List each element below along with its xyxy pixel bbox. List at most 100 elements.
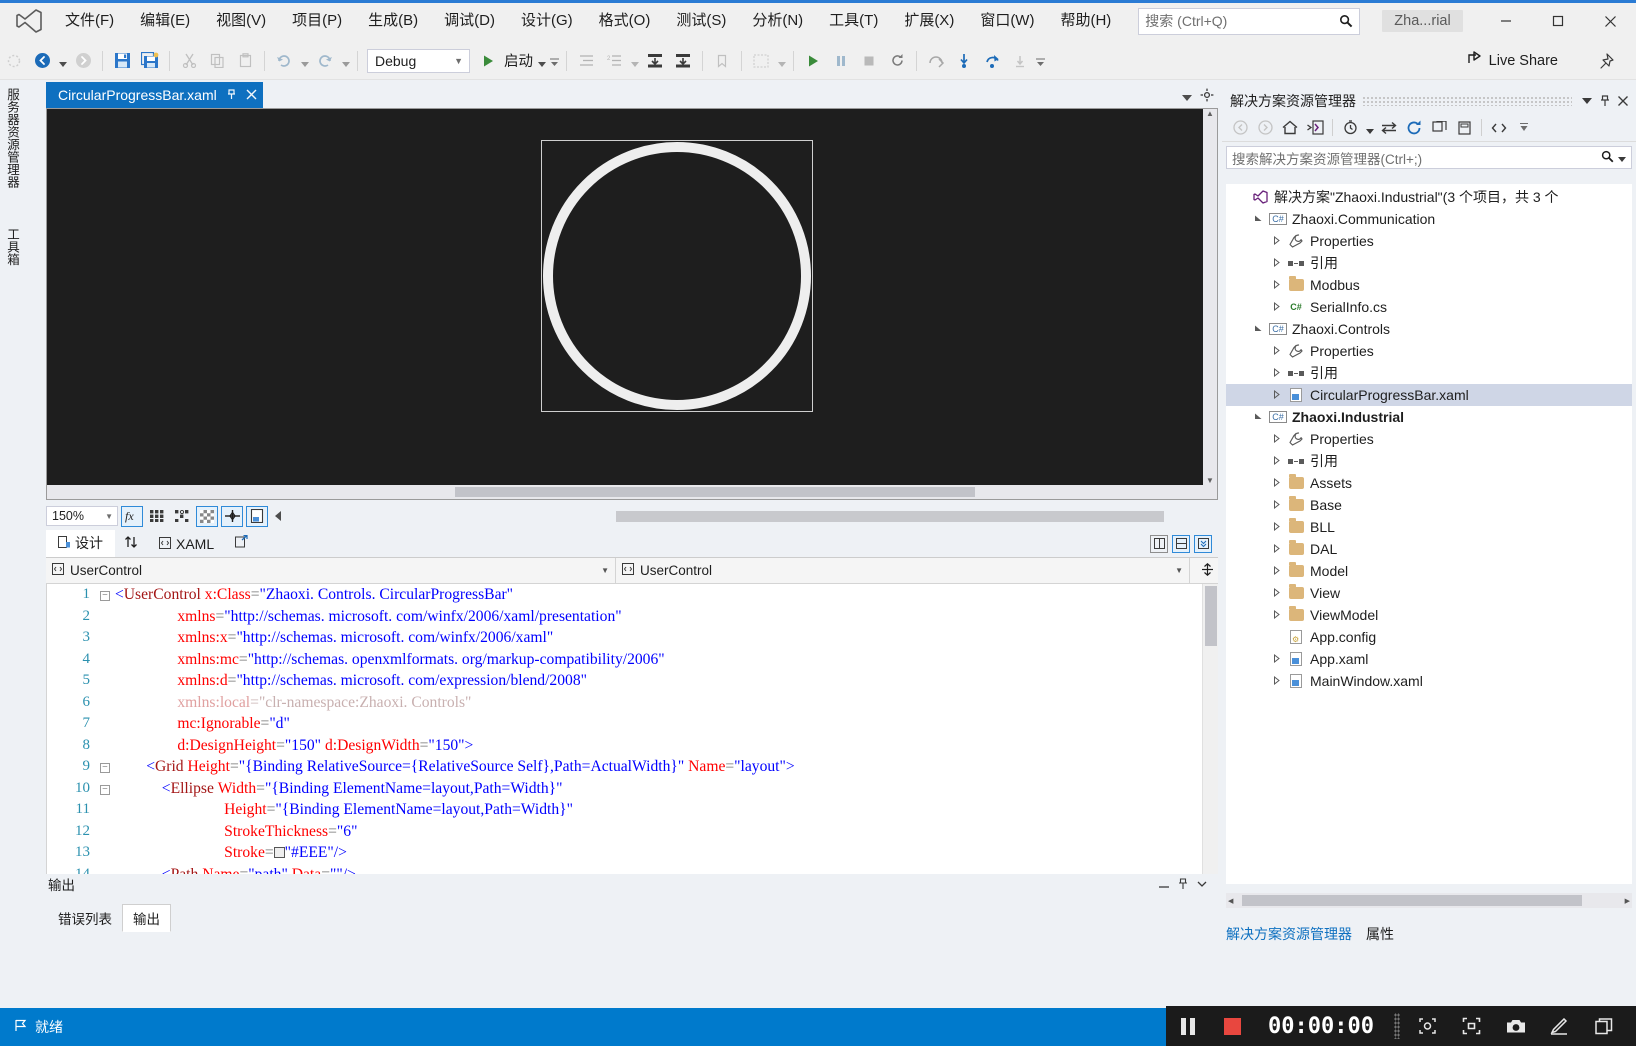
output-pin-icon[interactable] <box>1177 878 1189 893</box>
code-line[interactable]: 1− <UserControl x:Class="Zhaoxi. Controls… <box>47 584 1218 606</box>
pending-changes-dropdown-icon[interactable] <box>1363 115 1376 141</box>
pause-icon[interactable] <box>1166 1006 1210 1046</box>
navigate-back-icon[interactable] <box>29 48 55 74</box>
expand-node-icon[interactable] <box>1268 653 1285 665</box>
navbar-member-dropdown[interactable]: UserControl ▼ <box>616 558 1190 583</box>
expand-node-icon[interactable] <box>1268 279 1285 291</box>
collapse-node-icon[interactable] <box>1250 324 1267 335</box>
solution-tree-node[interactable]: Model <box>1226 560 1632 582</box>
solution-tree-node[interactable]: DAL <box>1226 538 1632 560</box>
break-all-icon[interactable] <box>828 48 854 74</box>
solution-tree-node[interactable]: App.config <box>1226 626 1632 648</box>
panel-close-icon[interactable] <box>1614 91 1632 111</box>
live-share-button[interactable]: Live Share <box>1466 51 1558 70</box>
solution-tree-node[interactable]: View <box>1226 582 1632 604</box>
pin-tab-icon[interactable] <box>226 88 237 103</box>
tab-circular-progress-bar-xaml[interactable]: CircularProgressBar.xaml <box>46 82 263 108</box>
scroll-up-icon[interactable]: ▲ <box>1206 109 1214 118</box>
code-line[interactable]: 2 xmlns="http://schemas. microsoft. com/… <box>47 606 1218 628</box>
code-line[interactable]: 11 Height="{Binding ElementName=layout,P… <box>47 799 1218 821</box>
output-close-icon[interactable] <box>1196 878 1208 893</box>
tab-output[interactable]: 输出 <box>122 904 171 932</box>
code-line[interactable]: 5 xmlns:d="http://schemas. microsoft. co… <box>47 670 1218 692</box>
menu-analyze[interactable]: 分析(N) <box>739 6 816 36</box>
expand-node-icon[interactable] <box>1268 543 1285 555</box>
code-line[interactable]: 3 xmlns:x="http://schemas. microsoft. co… <box>47 627 1218 649</box>
fx-effects-icon[interactable]: fx <box>121 505 143 527</box>
code-line[interactable]: 12 StrokeThickness="6" <box>47 821 1218 843</box>
forward-icon[interactable] <box>1253 116 1277 139</box>
pending-changes-icon[interactable] <box>1338 116 1362 139</box>
solution-tree-node[interactable]: MainWindow.xaml <box>1226 670 1632 692</box>
solution-horizontal-scrollbar[interactable]: ◀ ▶ <box>1226 893 1632 908</box>
grid-icon[interactable] <box>146 506 168 527</box>
tab-design-view[interactable]: 设计 <box>46 530 115 557</box>
solution-tree[interactable]: 解决方案"Zhaoxi.Industrial"(3 个项目，共 3 个 C# Zha… <box>1226 184 1632 884</box>
solution-tree-node[interactable]: C# Zhaoxi.Industrial <box>1226 406 1632 428</box>
tab-error-list[interactable]: 错误列表 <box>48 905 122 931</box>
solution-tree-node[interactable]: Modbus <box>1226 274 1632 296</box>
step-out-icon[interactable] <box>979 48 1005 74</box>
pen-icon[interactable] <box>1538 1006 1582 1046</box>
start-dropdown-icon[interactable] <box>535 48 548 74</box>
code-line[interactable]: 4 xmlns:mc="http://schemas. openxmlforma… <box>47 649 1218 671</box>
solution-tree-node[interactable]: 解决方案"Zhaoxi.Industrial"(3 个项目，共 3 个 <box>1226 186 1632 208</box>
refresh-icon[interactable] <box>1402 116 1426 139</box>
split-vertical-icon[interactable] <box>1150 534 1168 553</box>
undo-icon[interactable] <box>271 48 297 74</box>
continue-debug-icon[interactable] <box>800 48 826 74</box>
start-label[interactable]: 启动 <box>502 50 535 71</box>
solution-tree-node[interactable]: Assets <box>1226 472 1632 494</box>
expand-node-icon[interactable] <box>1268 235 1285 247</box>
panel-drag-handle[interactable] <box>1362 96 1572 106</box>
menu-help[interactable]: 帮助(H) <box>1047 6 1124 36</box>
menu-design[interactable]: 设计(G) <box>508 6 586 36</box>
color-swatch-icon[interactable] <box>273 847 285 858</box>
menu-project[interactable]: 项目(P) <box>279 6 355 36</box>
collapse-all-icon[interactable] <box>1427 116 1451 139</box>
expand-node-icon[interactable] <box>1268 345 1285 357</box>
toolbar-pin-icon[interactable] <box>1593 48 1619 74</box>
solution-tree-node[interactable]: C# Zhaoxi.Controls <box>1226 318 1632 340</box>
split-horizontal-icon[interactable] <box>1172 534 1190 553</box>
expand-node-icon[interactable] <box>1268 609 1285 621</box>
expand-node-icon[interactable] <box>1268 477 1285 489</box>
code-line[interactable]: 7 mc:Ignorable="d" <box>47 713 1218 735</box>
code-line[interactable]: 13 Stroke= "#EEE"/> <box>47 842 1218 864</box>
close-button[interactable] <box>1584 3 1636 39</box>
menu-edit[interactable]: 编辑(E) <box>127 6 203 36</box>
circular-progress-ring[interactable] <box>543 142 811 410</box>
solution-tree-node[interactable]: App.xaml <box>1226 648 1632 670</box>
start-debug-icon[interactable] <box>475 48 501 74</box>
designer-zoom-dropdown[interactable]: 150% ▼ <box>46 506 118 526</box>
outlining-toggle-icon[interactable]: − <box>97 778 113 800</box>
maximize-button[interactable] <box>1532 3 1584 39</box>
menu-format[interactable]: 格式(O) <box>586 6 664 36</box>
undo-dropdown-icon[interactable] <box>298 48 311 74</box>
expand-node-icon[interactable] <box>1268 433 1285 445</box>
restart-debug-icon[interactable] <box>884 48 910 74</box>
show-all-files-icon[interactable] <box>1487 116 1511 139</box>
outlining-toggle-icon[interactable]: − <box>97 584 113 606</box>
xaml-designer-surface[interactable]: ▲ ▼ <box>46 108 1218 500</box>
stop-debug-icon[interactable] <box>856 48 882 74</box>
expand-node-icon[interactable] <box>1268 455 1285 467</box>
redo-icon[interactable] <box>312 48 338 74</box>
collapse-pane-icon[interactable] <box>1194 534 1212 553</box>
solution-tree-node[interactable]: Properties <box>1226 428 1632 450</box>
camera-icon[interactable] <box>1494 1006 1538 1046</box>
fullscreen-icon[interactable] <box>1450 1006 1494 1046</box>
solution-tree-node[interactable]: ViewModel <box>1226 604 1632 626</box>
popout-xaml-icon[interactable] <box>226 534 257 552</box>
back-icon[interactable] <box>1228 116 1252 139</box>
solution-tree-node[interactable]: CircularProgressBar.xaml <box>1226 384 1632 406</box>
close-tab-icon[interactable] <box>246 88 257 103</box>
toolbar-overflow-icon[interactable] <box>1 48 27 74</box>
editor-scrollbar-thumb[interactable] <box>1205 586 1217 646</box>
transparency-icon[interactable] <box>196 505 218 527</box>
step-over-icon[interactable] <box>923 48 949 74</box>
step-into-icon[interactable] <box>951 48 977 74</box>
solution-explorer-search-input[interactable]: 搜索解决方案资源管理器(Ctrl+;) <box>1226 146 1632 169</box>
expand-all-outlining-icon[interactable] <box>670 48 696 74</box>
menu-file[interactable]: 文件(F) <box>52 6 127 36</box>
